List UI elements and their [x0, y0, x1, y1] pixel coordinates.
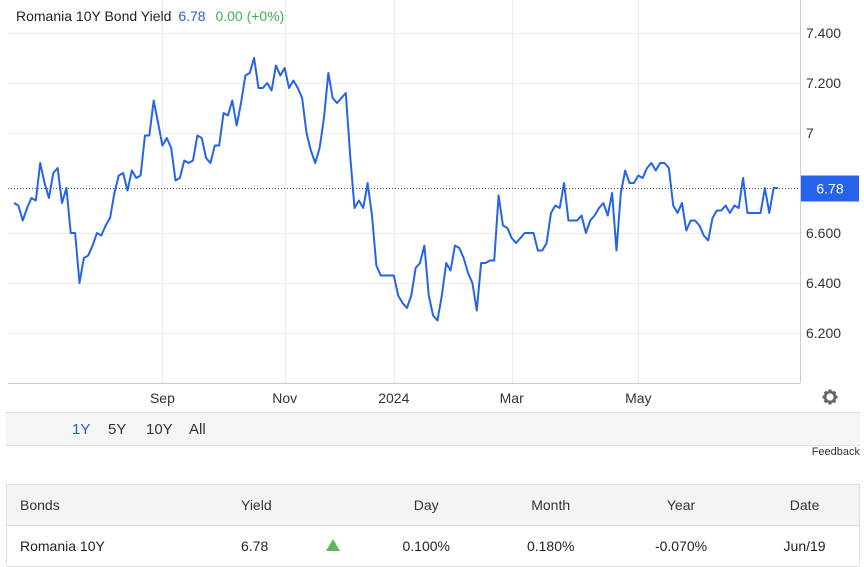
- current-value-label: 6.78: [816, 181, 843, 197]
- chart-title-change: 0.00 (+0%): [215, 8, 285, 24]
- chart-title-last-value: 6.78: [178, 8, 206, 24]
- range-button-5y[interactable]: 5Y: [108, 421, 126, 438]
- bond-day-change: 0.100%: [364, 525, 489, 567]
- header-date: Date: [749, 484, 860, 526]
- range-selector: 1Y 5Y 10Y All: [6, 412, 860, 446]
- table-row[interactable]: Romania 10Y 6.78 0.100% 0.180% -0.070% J…: [6, 525, 860, 567]
- y-tick-label: 6.600: [806, 225, 841, 241]
- header-bonds: Bonds: [6, 484, 171, 526]
- header-yield: Yield: [171, 484, 302, 526]
- bond-name[interactable]: Romania 10Y: [6, 525, 171, 567]
- range-button-all[interactable]: All: [189, 421, 206, 438]
- bond-yield: 6.78: [171, 525, 302, 567]
- chart-title: Romania 10Y Bond Yield 6.78 0.00 (+0%): [16, 8, 284, 24]
- gear-icon[interactable]: [822, 389, 838, 405]
- bond-month-change: 0.180%: [488, 525, 613, 567]
- header-day: Day: [364, 484, 489, 526]
- header-year: Year: [612, 484, 750, 526]
- x-tick-label: May: [625, 390, 651, 406]
- up-arrow-icon: [326, 539, 340, 551]
- y-tick-label: 7.200: [806, 75, 841, 91]
- chart-panel: 6.200 6.400 6.600 7 7.200 7.400 Sep Nov 2024 Mar M…: [0, 0, 864, 412]
- range-button-1y[interactable]: 1Y: [72, 421, 90, 438]
- y-tick-label: 6.400: [806, 275, 841, 291]
- y-tick-label: 7.400: [806, 25, 841, 41]
- x-tick-label: Nov: [272, 390, 297, 406]
- bond-date: Jun/19: [749, 525, 860, 567]
- bonds-table: Bonds Yield Day Month Year Date Romania …: [6, 484, 860, 567]
- y-tick-label: 6.200: [806, 325, 841, 341]
- feedback-link[interactable]: Feedback: [812, 446, 860, 458]
- range-button-10y[interactable]: 10Y: [146, 421, 173, 438]
- table-header-row: Bonds Yield Day Month Year Date: [6, 484, 860, 526]
- bond-year-change: -0.070%: [612, 525, 750, 567]
- yield-chart: 6.200 6.400 6.600 7 7.200 7.400 Sep Nov 2024 Mar M…: [8, 0, 859, 406]
- x-tick-label: Mar: [500, 390, 524, 406]
- x-tick-label: 2024: [378, 390, 409, 406]
- header-trend: [302, 484, 364, 526]
- header-month: Month: [488, 484, 613, 526]
- x-tick-label: Sep: [150, 390, 175, 406]
- chart-title-name: Romania 10Y Bond Yield: [16, 8, 172, 24]
- series-line: [13, 57, 778, 322]
- y-tick-label: 7: [806, 125, 814, 141]
